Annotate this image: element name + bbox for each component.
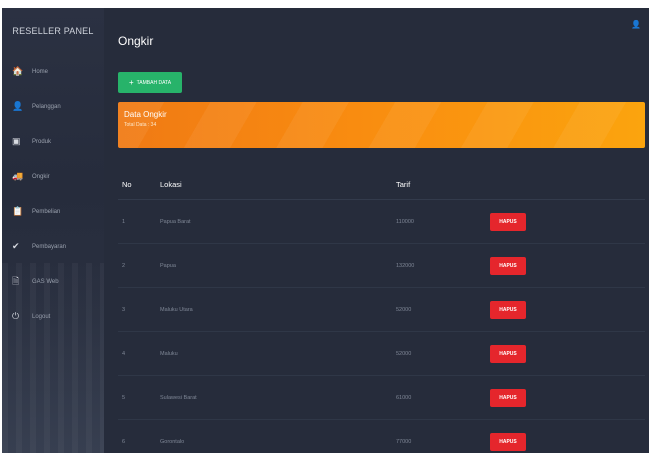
brand-title: RESELLER PANEL (12, 26, 94, 36)
plus-icon: + (128, 78, 134, 87)
sidebar: RESELLER PANEL 🏠 Home 👤 Pelanggan ▣ Prod… (2, 8, 104, 453)
cell-action: HAPUS (490, 300, 645, 319)
column-header-tarif: Tarif (396, 180, 411, 189)
user-icon: 👤 (12, 101, 24, 111)
cell-action: HAPUS (490, 256, 645, 275)
sidebar-item-label: Produk (32, 138, 52, 145)
user-menu-icon[interactable]: 👤 (631, 20, 641, 29)
cell-tarif: 61000 (396, 394, 412, 401)
cell-no: 6 (122, 438, 126, 445)
document-icon: 🗎 (12, 275, 20, 286)
delete-button[interactable]: HAPUS (490, 432, 526, 451)
cell-tarif: 77000 (396, 438, 412, 445)
sidebar-item-produk[interactable]: ▣ Produk (2, 124, 104, 159)
page-title: Ongkir (118, 34, 154, 48)
sidebar-item-label: Ongkir (32, 173, 50, 180)
cell-lokasi: Papua (160, 262, 176, 269)
clipboard-icon: 📋 (12, 206, 24, 216)
column-header-no: No (122, 180, 132, 189)
delete-button[interactable]: HAPUS (490, 344, 526, 363)
delete-button[interactable]: HAPUS (490, 300, 526, 319)
home-icon: 🏠 (12, 66, 24, 76)
add-data-label: TAMBAH DATA (136, 79, 172, 86)
cell-no: 3 (122, 306, 126, 313)
table-row: 2 Papua 132000 HAPUS (118, 244, 645, 288)
cell-no: 1 (122, 218, 126, 225)
cell-tarif: 132000 (396, 262, 415, 269)
cell-lokasi: Sulawesi Barat (160, 394, 197, 401)
table-row: 5 Sulawesi Barat 61000 HAPUS (118, 376, 645, 420)
column-header-lokasi: Lokasi (160, 180, 182, 189)
sidebar-item-label: GAS Web (32, 278, 59, 285)
cell-action: HAPUS (490, 432, 645, 451)
table-row: 1 Papua Barat 110000 HAPUS (118, 200, 645, 244)
table-row: 6 Gorontalo 77000 HAPUS (118, 420, 645, 453)
banner-title: Data Ongkir (124, 110, 167, 119)
delete-button[interactable]: HAPUS (490, 212, 526, 231)
cell-tarif: 52000 (396, 306, 412, 313)
delete-button[interactable]: HAPUS (490, 388, 526, 407)
sidebar-item-label: Home (32, 68, 49, 75)
cell-no: 5 (122, 394, 126, 401)
sidebar-item-home[interactable]: 🏠 Home (2, 54, 104, 89)
sidebar-item-label: Logout (32, 313, 51, 320)
sidebar-item-ongkir[interactable]: 🚚 Ongkir (2, 159, 104, 194)
sidebar-nav: 🏠 Home 👤 Pelanggan ▣ Produk 🚚 Ongkir 📋 P… (2, 54, 104, 334)
check-icon: ✔ (12, 241, 20, 251)
topbar: Ongkir 👤 (104, 8, 649, 52)
power-icon: ⏻ (12, 311, 20, 321)
cell-lokasi: Maluku (160, 350, 178, 357)
cell-tarif: 52000 (396, 350, 412, 357)
sidebar-item-logout[interactable]: ⏻ Logout (2, 299, 104, 334)
sidebar-item-label: Pelanggan (32, 103, 61, 110)
cell-tarif: 110000 (396, 218, 414, 225)
main-content: Ongkir 👤 + TAMBAH DATA Data Ongkir Total… (104, 8, 649, 453)
ongkir-table: No Lokasi Tarif 1 Papua Barat 110000 HAP… (118, 170, 645, 453)
sidebar-item-pelanggan[interactable]: 👤 Pelanggan (2, 89, 104, 124)
sidebar-item-gas-web[interactable]: 🗎 GAS Web (2, 264, 104, 299)
sidebar-item-label: Pembelian (32, 208, 61, 215)
cell-action: HAPUS (490, 212, 645, 231)
table-row: 3 Maluku Utara 52000 HAPUS (118, 288, 645, 332)
truck-icon: 🚚 (12, 171, 24, 181)
cell-lokasi: Maluku Utara (160, 306, 193, 313)
add-data-button[interactable]: + TAMBAH DATA (118, 72, 182, 93)
cell-lokasi: Papua Barat (160, 218, 191, 225)
cell-action: HAPUS (490, 344, 645, 363)
sidebar-item-label: Pembayaran (32, 243, 67, 250)
data-summary-banner: Data Ongkir Total Data : 34 (118, 102, 645, 148)
sidebar-item-pembayaran[interactable]: ✔ Pembayaran (2, 229, 104, 264)
app-frame: RESELLER PANEL 🏠 Home 👤 Pelanggan ▣ Prod… (2, 8, 649, 453)
cell-lokasi: Gorontalo (160, 438, 185, 445)
table-header: No Lokasi Tarif (118, 170, 645, 200)
delete-button[interactable]: HAPUS (490, 256, 526, 275)
cell-action: HAPUS (490, 388, 645, 407)
banner-total: Total Data : 34 (124, 122, 157, 128)
table-row: 4 Maluku 52000 HAPUS (118, 332, 645, 376)
cell-no: 2 (122, 262, 126, 269)
sidebar-item-pembelian[interactable]: 📋 Pembelian (2, 194, 104, 229)
cell-no: 4 (122, 350, 126, 357)
product-icon: ▣ (12, 136, 21, 146)
